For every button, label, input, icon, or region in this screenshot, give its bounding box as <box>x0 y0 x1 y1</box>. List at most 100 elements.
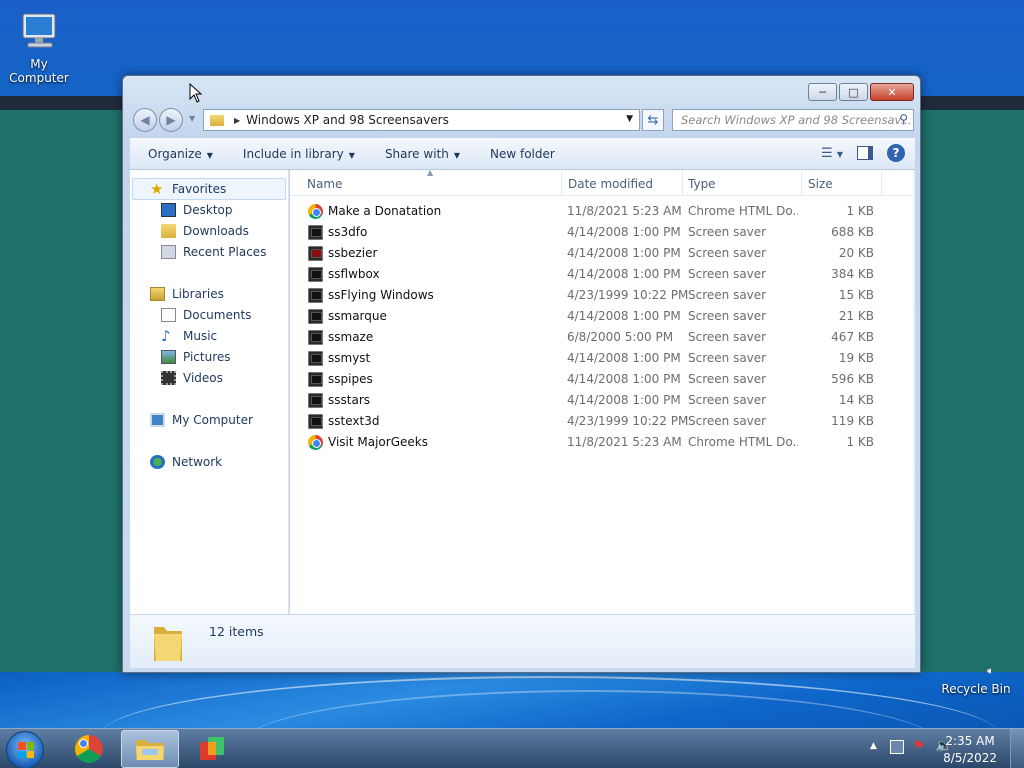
file-name: Make a Donatation <box>328 204 442 218</box>
file-type: Screen saver <box>688 330 767 344</box>
chrome-icon <box>308 204 323 219</box>
screensaver-icon <box>308 351 323 366</box>
close-icon: ✕ <box>887 85 897 99</box>
file-row[interactable]: ssmarque 4/14/2008 1:00 PM Screen saver 21 … <box>290 306 890 327</box>
organize-button[interactable]: Organize ▼ <box>148 147 213 161</box>
file-date-modified: 4/14/2008 1:00 PM <box>567 267 681 281</box>
file-row[interactable]: ssmaze 6/8/2000 5:00 PM Screen saver 467 KB <box>290 327 890 348</box>
file-row[interactable]: ss3dfo 4/14/2008 1:00 PM Screen saver 688 K… <box>290 222 890 243</box>
file-row[interactable]: Make a Donatation 11/8/2021 5:23 AM Chrome… <box>290 201 890 222</box>
file-row[interactable]: Visit MajorGeeks 11/8/2021 5:23 AM Chrome … <box>290 432 890 453</box>
column-header-name[interactable]: Name <box>307 177 342 191</box>
column-divider[interactable] <box>682 170 683 196</box>
file-row[interactable]: ssstars 4/14/2008 1:00 PM Screen saver 14 K… <box>290 390 890 411</box>
column-header-size[interactable]: Size <box>808 177 833 191</box>
close-button[interactable]: ✕ <box>870 83 914 101</box>
address-bar[interactable]: ▶ Windows XP and 98 Screensavers ▼ <box>203 109 640 131</box>
column-divider[interactable] <box>801 170 802 196</box>
file-name: ssbezier <box>328 246 378 260</box>
nav-item-documents[interactable]: Documents <box>161 308 251 322</box>
maximize-icon: □ <box>848 85 859 99</box>
breadcrumb-separator[interactable]: ▶ <box>234 116 240 125</box>
nav-item-my-computer[interactable]: My Computer <box>150 413 253 427</box>
forward-button[interactable]: ▶ <box>159 108 183 132</box>
help-button[interactable]: ? <box>887 144 905 162</box>
minimize-button[interactable]: ─ <box>808 83 837 101</box>
clock[interactable]: 2:35 AM 8/5/2022 <box>943 733 997 767</box>
recycle-bin-icon <box>986 667 1006 675</box>
back-button[interactable]: ◀ <box>133 108 157 132</box>
action-center-flag-icon[interactable]: ⚑ <box>913 739 925 754</box>
file-date-modified: 11/8/2021 5:23 AM <box>567 435 682 449</box>
nav-item-favorites[interactable]: ★ Favorites <box>150 180 227 198</box>
nav-label: Libraries <box>172 287 224 301</box>
windows-logo-icon <box>18 742 34 758</box>
start-button[interactable] <box>6 731 44 768</box>
recent-pages-dropdown-icon[interactable]: ▼ <box>189 114 195 123</box>
nav-item-videos[interactable]: Videos <box>161 371 223 385</box>
show-hidden-icons-button[interactable]: ▲ <box>870 741 877 751</box>
caption-buttons: ─ □ ✕ <box>808 83 914 101</box>
back-arrow-icon: ◀ <box>140 113 150 127</box>
column-divider[interactable] <box>881 170 882 196</box>
item-count: 12 items <box>209 624 264 639</box>
file-row[interactable]: ssmyst 4/14/2008 1:00 PM Screen saver 19 KB <box>290 348 890 369</box>
network-tray-icon[interactable] <box>890 740 904 754</box>
computer-icon <box>22 13 56 48</box>
desktop-wallpaper-lower <box>0 672 1024 728</box>
star-icon: ★ <box>150 180 164 198</box>
desktop-icon-my-computer[interactable]: My Computer <box>0 8 78 85</box>
file-row[interactable]: ssflwbox 4/14/2008 1:00 PM Screen saver 384… <box>290 264 890 285</box>
address-dropdown-icon[interactable]: ▼ <box>626 114 633 124</box>
folder-icon <box>154 627 182 661</box>
nav-item-desktop[interactable]: Desktop <box>161 203 233 217</box>
nav-item-libraries[interactable]: Libraries <box>150 287 224 301</box>
file-type: Screen saver <box>688 309 767 323</box>
column-header-row: ▲ Name Date modified Type Size <box>290 168 915 196</box>
file-size: 384 KB <box>831 267 874 281</box>
screensaver-icon <box>308 267 323 282</box>
nav-item-downloads[interactable]: Downloads <box>161 224 249 238</box>
nav-item-pictures[interactable]: Pictures <box>161 350 231 364</box>
search-input[interactable]: Search Windows XP and 98 Screensav... ⚲ <box>672 109 914 131</box>
nav-item-network[interactable]: Network <box>150 455 222 469</box>
new-folder-button[interactable]: New folder <box>490 147 555 161</box>
breadcrumb-path[interactable]: Windows XP and 98 Screensavers <box>246 113 449 127</box>
refresh-button[interactable]: ⇆ <box>642 109 664 131</box>
chrome-icon <box>75 735 103 763</box>
search-icon[interactable]: ⚲ <box>899 112 908 126</box>
taskbar-app-button[interactable] <box>183 730 241 768</box>
file-size: 21 KB <box>838 309 874 323</box>
taskbar-explorer-button[interactable] <box>121 730 179 768</box>
desktop-icon-recycle-bin[interactable]: Recycle Bin <box>940 662 1012 696</box>
file-row[interactable]: ssFlying Windows 4/23/1999 10:22 PM Screen… <box>290 285 890 306</box>
mouse-cursor-icon <box>189 83 203 103</box>
column-header-type[interactable]: Type <box>688 177 716 191</box>
show-desktop-button[interactable] <box>1010 729 1024 768</box>
nav-item-music[interactable]: ♪ Music <box>161 329 217 344</box>
nav-label: Desktop <box>183 203 233 217</box>
taskbar-chrome-button[interactable] <box>60 730 118 768</box>
chevron-down-icon: ▼ <box>453 150 460 160</box>
screensaver-icon <box>308 288 323 303</box>
documents-icon <box>161 308 176 322</box>
screensaver-icon <box>308 393 323 408</box>
nav-label: Pictures <box>183 350 231 364</box>
nav-item-recent-places[interactable]: Recent Places <box>161 245 266 259</box>
share-with-button[interactable]: Share with ▼ <box>385 147 460 161</box>
screensaver-icon <box>308 309 323 324</box>
column-header-date-modified[interactable]: Date modified <box>568 177 653 191</box>
file-row[interactable]: sspipes 4/14/2008 1:00 PM Screen saver 596 … <box>290 369 890 390</box>
file-row[interactable]: sstext3d 4/23/1999 10:22 PM Screen saver 11… <box>290 411 890 432</box>
maximize-button[interactable]: □ <box>839 83 868 101</box>
file-size: 1 KB <box>846 435 874 449</box>
include-in-library-button[interactable]: Include in library ▼ <box>243 147 355 161</box>
change-view-button[interactable]: ☰ ▼ <box>821 146 843 161</box>
file-size: 15 KB <box>838 288 874 302</box>
nav-label: Favorites <box>172 182 227 196</box>
file-size: 119 KB <box>831 414 874 428</box>
file-row[interactable]: ssbezier 4/14/2008 1:00 PM Screen saver 20 … <box>290 243 890 264</box>
column-divider[interactable] <box>561 170 562 196</box>
vertical-scroll-track[interactable] <box>913 170 915 614</box>
preview-pane-button[interactable] <box>857 146 873 160</box>
